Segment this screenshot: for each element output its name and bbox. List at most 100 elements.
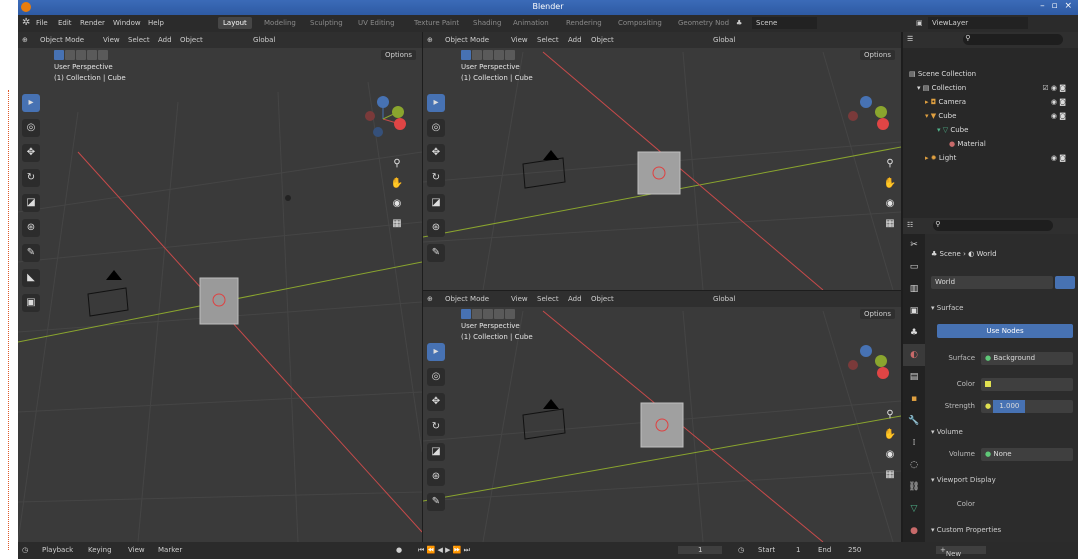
select-tool-icon[interactable]: ▸ — [427, 94, 445, 112]
mode-selector[interactable]: Object Mode — [40, 36, 84, 44]
grid-view-icon[interactable]: ▦ — [883, 469, 897, 489]
select-tool-icon[interactable]: ▸ — [22, 94, 40, 112]
modifier-tab-icon[interactable]: 🔧 — [903, 410, 925, 432]
tab-shading[interactable]: Shading — [473, 19, 501, 27]
menu-view[interactable]: View — [128, 546, 145, 554]
data-tab-icon[interactable]: ▽ — [903, 498, 925, 520]
menu-object[interactable]: Object — [591, 295, 614, 303]
current-frame-field[interactable]: 1 — [678, 546, 723, 554]
menu-view[interactable]: View — [511, 295, 528, 303]
viewport-left[interactable]: ⊕ Object Mode View Select Add Object Glo… — [18, 32, 422, 542]
window-controls[interactable]: – ▫ × — [1040, 1, 1074, 11]
annotate-tool-icon[interactable]: ✎ — [427, 493, 445, 511]
outliner-row-cube[interactable]: ▾ ▼ Cube ◉ ◙ — [925, 110, 1078, 122]
record-button-icon[interactable]: ● — [396, 546, 402, 554]
scene-selector[interactable]: Scene — [752, 17, 818, 29]
properties-editor-icon[interactable]: ☷ — [907, 221, 913, 229]
pan-hand-icon[interactable]: ✋ — [883, 178, 897, 198]
move-tool-icon[interactable]: ✥ — [427, 144, 445, 162]
transform-tool-icon[interactable]: ⊛ — [427, 468, 445, 486]
color-field[interactable] — [981, 378, 1073, 391]
volume-section[interactable]: ▾ Volume — [931, 426, 1074, 439]
tab-compositing[interactable]: Compositing — [618, 19, 662, 27]
rotate-tool-icon[interactable]: ↻ — [427, 169, 445, 187]
surface-section[interactable]: ▾ Surface — [931, 302, 1074, 315]
tab-animation[interactable]: Animation — [513, 19, 549, 27]
particles-tab-icon[interactable]: ⁞ — [903, 432, 925, 454]
outliner-row-collection[interactable]: ▾ ▤ Collection ☑ ◉ ◙ — [917, 82, 1078, 94]
menu-select[interactable]: Select — [128, 36, 150, 44]
pan-hand-icon[interactable]: ✋ — [390, 178, 404, 198]
world-tab-icon[interactable]: ◐ — [903, 344, 925, 366]
menu-file[interactable]: File — [36, 19, 48, 27]
tool-tab-icon[interactable]: ✂ — [903, 234, 925, 256]
outliner-row-light[interactable]: ▸ ✹ Light ◉ ◙ — [925, 152, 1078, 164]
visibility-icon[interactable]: ◉ ◙ — [1051, 110, 1066, 122]
menu-add[interactable]: Add — [568, 295, 582, 303]
options-dropdown[interactable]: Options — [859, 309, 895, 319]
menu-keying[interactable]: Keying — [88, 546, 112, 554]
zoom-icon[interactable]: ⚲ — [883, 409, 897, 429]
move-tool-icon[interactable]: ✥ — [22, 144, 40, 162]
tab-rendering[interactable]: Rendering — [566, 19, 602, 27]
timeline-editor-icon[interactable]: ◷ — [22, 546, 28, 554]
selection-mode-buttons[interactable] — [54, 50, 109, 60]
options-dropdown[interactable]: Options — [859, 50, 895, 60]
camera-view-icon[interactable]: ◉ — [883, 198, 897, 218]
scale-tool-icon[interactable]: ◪ — [427, 194, 445, 212]
end-frame-field[interactable]: 250 — [848, 546, 861, 554]
mode-selector[interactable]: Object Mode — [445, 295, 489, 303]
mode-selector[interactable]: Object Mode — [445, 36, 489, 44]
visibility-icon[interactable]: ◉ ◙ — [1051, 96, 1066, 108]
selection-mode-buttons[interactable] — [461, 309, 516, 319]
menu-render[interactable]: Render — [80, 19, 105, 27]
zoom-icon[interactable]: ⚲ — [883, 158, 897, 178]
select-tool-icon[interactable]: ▸ — [427, 343, 445, 361]
collection-tab-icon[interactable]: ▤ — [903, 366, 925, 388]
scene-tab-icon[interactable]: ♣ — [903, 322, 925, 344]
menu-select[interactable]: Select — [537, 36, 559, 44]
menu-object[interactable]: Object — [591, 36, 614, 44]
cursor-tool-icon[interactable]: ◎ — [427, 368, 445, 386]
transform-tool-icon[interactable]: ⊛ — [427, 219, 445, 237]
measure-tool-icon[interactable]: ◣ — [22, 269, 40, 287]
outliner-editor-icon[interactable]: ☰ — [907, 35, 913, 43]
start-frame-field[interactable]: 1 — [796, 546, 800, 554]
menu-playback[interactable]: Playback — [42, 546, 73, 554]
menu-help[interactable]: Help — [148, 19, 164, 27]
tab-layout[interactable]: Layout — [218, 17, 252, 29]
tab-geometry-nodes[interactable]: Geometry Nod — [678, 19, 729, 27]
blender-menu-icon[interactable]: ✲ — [22, 17, 30, 28]
outliner-search[interactable]: ⚲ — [963, 34, 1063, 45]
visibility-icon[interactable]: ☑ ◉ ◙ — [1042, 82, 1066, 94]
use-nodes-button[interactable]: Use Nodes — [937, 324, 1073, 338]
menu-object[interactable]: Object — [180, 36, 203, 44]
tab-sculpting[interactable]: Sculpting — [310, 19, 343, 27]
navigation-gizmo[interactable] — [841, 94, 891, 144]
editor-type-icon[interactable]: ⊕ — [427, 36, 433, 44]
viewport-display-section[interactable]: ▾ Viewport Display — [931, 474, 1074, 487]
rotate-tool-icon[interactable]: ↻ — [22, 169, 40, 187]
outliner-row-cube-data[interactable]: ▾ ▽ Cube — [937, 124, 1078, 136]
transform-tool-icon[interactable]: ⊛ — [22, 219, 40, 237]
cursor-tool-icon[interactable]: ◎ — [22, 119, 40, 137]
world-selector[interactable]: World — [931, 276, 1053, 289]
viewport-top-right[interactable]: ⊕ Object Mode View Select Add Object Glo… — [423, 32, 901, 290]
editor-type-icon[interactable]: ⊕ — [22, 36, 28, 44]
rotate-tool-icon[interactable]: ↻ — [427, 418, 445, 436]
physics-tab-icon[interactable]: ◌ — [903, 454, 925, 476]
add-cube-tool-icon[interactable]: ▣ — [22, 294, 40, 312]
zoom-icon[interactable]: ⚲ — [390, 158, 404, 178]
menu-window[interactable]: Window — [113, 19, 141, 27]
object-tab-icon[interactable]: ▪ — [903, 388, 925, 410]
menu-view[interactable]: View — [511, 36, 528, 44]
pan-hand-icon[interactable]: ✋ — [883, 429, 897, 449]
selection-mode-buttons[interactable] — [461, 50, 516, 60]
annotate-tool-icon[interactable]: ✎ — [427, 244, 445, 262]
navigation-gizmo[interactable] — [358, 94, 408, 144]
constraints-tab-icon[interactable]: ⛓ — [903, 476, 925, 498]
render-tab-icon[interactable]: ▭ — [903, 256, 925, 278]
annotate-tool-icon[interactable]: ✎ — [22, 244, 40, 262]
add-property-button[interactable]: + New — [936, 546, 986, 558]
transform-orientation[interactable]: Global — [253, 36, 275, 44]
